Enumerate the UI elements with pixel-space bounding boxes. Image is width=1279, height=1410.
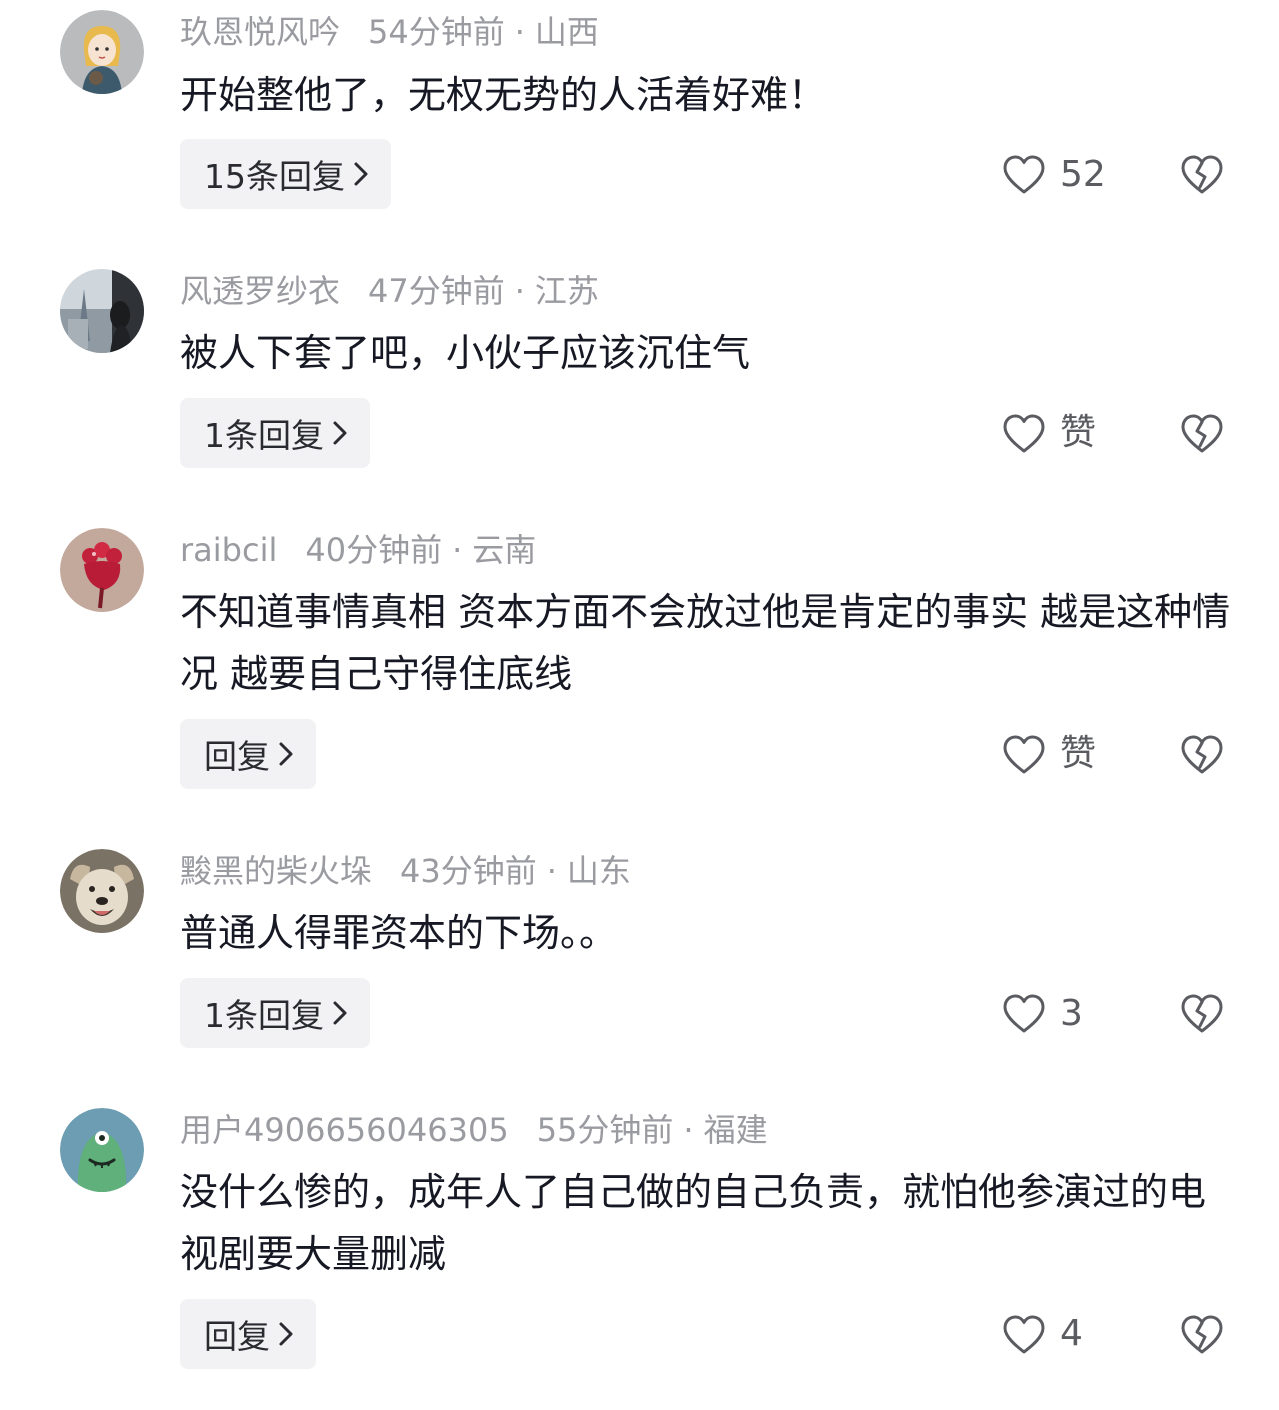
avatar[interactable]: [60, 10, 144, 94]
like-count: 3: [1060, 993, 1083, 1034]
replies-label: 1条回复: [204, 416, 324, 455]
separator: ·: [546, 852, 557, 890]
username[interactable]: 风透罗纱衣: [180, 272, 340, 310]
reply-label: 回复: [204, 1317, 270, 1356]
avatar-dog-icon: [60, 849, 144, 933]
reply-button[interactable]: 回复: [180, 719, 316, 789]
broken-heart-icon[interactable]: [1180, 734, 1224, 776]
replies-button[interactable]: 1条回复: [180, 398, 370, 468]
comment-text: 开始整他了，无权无势的人活着好难！: [180, 73, 827, 117]
broken-heart-icon[interactable]: [1180, 993, 1224, 1035]
broken-heart-icon[interactable]: [1180, 1314, 1224, 1356]
comment-meta: 用户4906656046305 55分钟前 · 福建: [180, 1108, 768, 1152]
like-count: 赞: [1060, 412, 1097, 453]
replies-label: 15条回复: [204, 157, 345, 196]
username[interactable]: raibcil: [180, 531, 277, 569]
heart-outline-icon[interactable]: [1002, 994, 1046, 1034]
comment-text: 不知道事情真相 资本方面不会放过他是肯定的事实 越是这种情况 越要自己守得住底线: [180, 590, 1231, 696]
chevron-right-icon: [332, 1000, 348, 1026]
location: 福建: [703, 1111, 768, 1149]
comment-text: 被人下套了吧，小伙子应该沉住气: [180, 331, 751, 375]
timestamp: 40分钟前: [305, 531, 443, 569]
replies-button[interactable]: 1条回复: [180, 978, 370, 1048]
heart-outline-icon[interactable]: [1002, 414, 1046, 454]
avatar-city-photo-icon: [60, 269, 144, 353]
username[interactable]: 黢黑的柴火垛: [180, 852, 372, 890]
comment-meta: raibcil 40分钟前 · 云南: [180, 528, 536, 572]
heart-outline-icon[interactable]: [1002, 735, 1046, 775]
like-count: 52: [1060, 154, 1106, 195]
location: 山东: [566, 852, 631, 890]
username[interactable]: 玖恩悦风吟: [180, 13, 340, 51]
comment-text: 没什么惨的，成年人了自己做的自己负责，就怕他参演过的电视剧要大量删减: [180, 1170, 1207, 1276]
comment-meta: 黢黑的柴火垛 43分钟前 · 山东: [180, 849, 631, 893]
comment-text: 普通人得罪资本的下场。。: [180, 911, 618, 955]
heart-outline-icon[interactable]: [1002, 155, 1046, 195]
chevron-right-icon: [278, 1321, 294, 1347]
broken-heart-icon[interactable]: [1180, 154, 1224, 196]
reply-button[interactable]: 回复: [180, 1299, 316, 1369]
broken-heart-icon[interactable]: [1180, 413, 1224, 455]
avatar[interactable]: [60, 528, 144, 612]
location: 江苏: [534, 272, 599, 310]
like-count: 赞: [1060, 733, 1097, 774]
location: 云南: [472, 531, 537, 569]
avatar-red-flower-icon: [60, 528, 144, 612]
separator: ·: [452, 531, 463, 569]
timestamp: 47分钟前: [368, 272, 505, 310]
chevron-right-icon: [332, 420, 348, 446]
avatar[interactable]: [60, 1108, 144, 1192]
separator: ·: [683, 1111, 694, 1149]
comment-meta: 风透罗纱衣 47分钟前 · 江苏: [180, 269, 599, 313]
replies-button[interactable]: 15条回复: [180, 139, 391, 209]
comment-meta: 玖恩悦风吟 54分钟前 · 山西: [180, 10, 599, 54]
avatar-green-creature-icon: [60, 1108, 144, 1192]
separator: ·: [514, 272, 525, 310]
avatar[interactable]: [60, 269, 144, 353]
chevron-right-icon: [353, 161, 369, 187]
heart-outline-icon[interactable]: [1002, 1315, 1046, 1355]
timestamp: 54分钟前: [368, 13, 505, 51]
chevron-right-icon: [278, 741, 294, 767]
location: 山西: [534, 13, 599, 51]
username[interactable]: 用户4906656046305: [180, 1111, 509, 1149]
timestamp: 43分钟前: [400, 852, 537, 890]
avatar-cartoon-girl-icon: [60, 10, 144, 94]
avatar[interactable]: [60, 849, 144, 933]
timestamp: 55分钟前: [536, 1111, 674, 1149]
separator: ·: [514, 13, 525, 51]
reply-label: 回复: [204, 737, 270, 776]
like-count: 4: [1060, 1313, 1083, 1354]
replies-label: 1条回复: [204, 996, 324, 1035]
